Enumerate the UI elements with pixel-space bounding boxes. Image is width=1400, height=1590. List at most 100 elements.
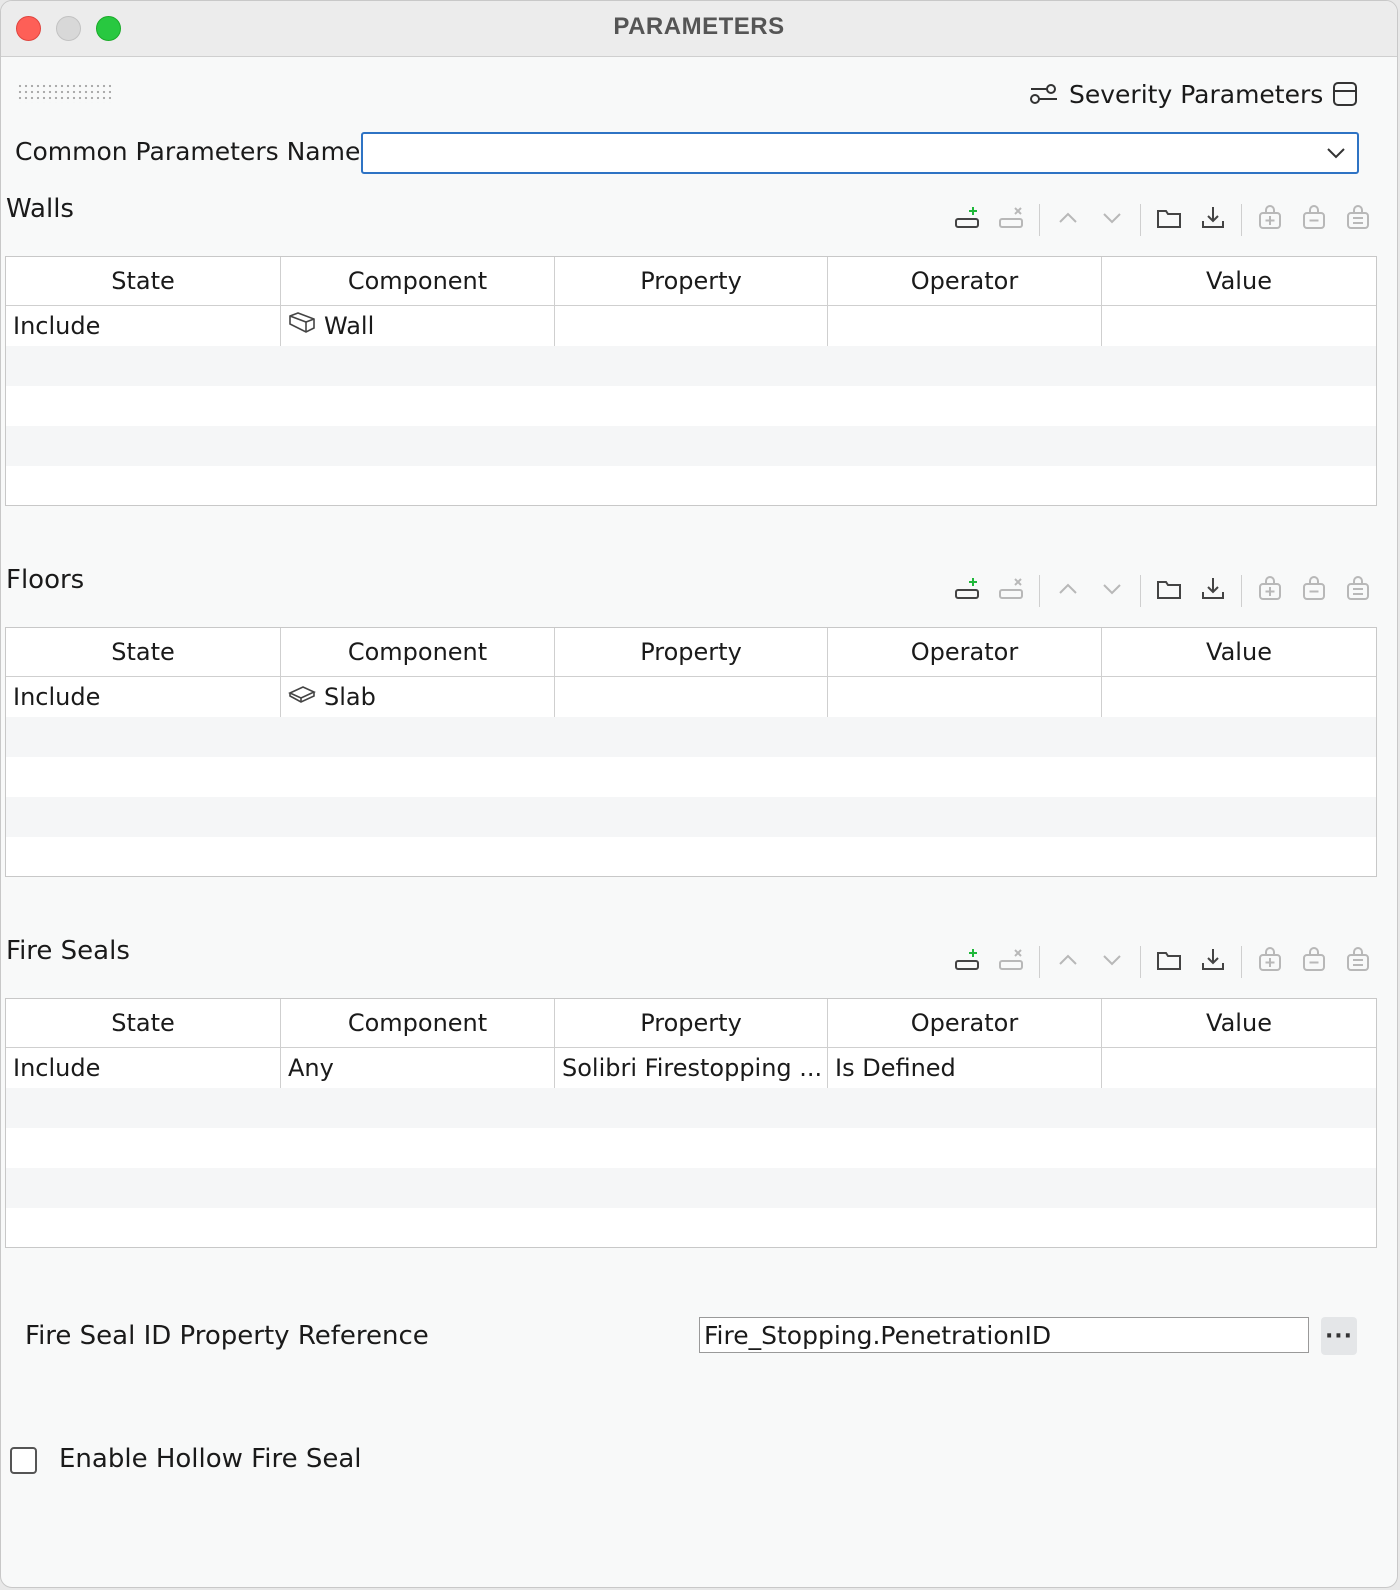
move-up-button[interactable] — [1046, 202, 1090, 238]
import-button[interactable] — [1191, 202, 1235, 238]
list-set-button[interactable] — [1336, 202, 1380, 238]
column-header[interactable]: Component — [281, 257, 555, 305]
table-header: State Component Property Operator Value — [6, 999, 1376, 1048]
column-header[interactable]: Value — [1102, 628, 1376, 676]
toolbar-separator — [1140, 946, 1141, 978]
empty-row — [6, 837, 1376, 877]
add-to-set-button[interactable] — [1248, 573, 1292, 609]
severity-parameters-button[interactable]: Severity Parameters — [1029, 77, 1323, 111]
table-row[interactable]: Include Wall — [6, 306, 1376, 346]
remove-row-icon — [997, 204, 1025, 236]
folder-icon — [1155, 204, 1183, 236]
cell-operator[interactable]: Is Defined — [828, 1048, 1102, 1088]
bag-add-icon — [1256, 946, 1284, 978]
panel-toggle-icon[interactable] — [1331, 80, 1359, 108]
arrow-up-icon — [1054, 575, 1082, 607]
table-row[interactable]: Include Slab — [6, 677, 1376, 717]
list-set-button[interactable] — [1336, 944, 1380, 980]
column-header[interactable]: Property — [555, 628, 828, 676]
arrow-down-icon — [1098, 575, 1126, 607]
import-button[interactable] — [1191, 573, 1235, 609]
open-button[interactable] — [1147, 202, 1191, 238]
table-row[interactable]: Include Any Solibri Firestopping ... Is Def… — [6, 1048, 1376, 1088]
add-to-set-button[interactable] — [1248, 202, 1292, 238]
column-header[interactable]: Property — [555, 257, 828, 305]
cell-property[interactable] — [555, 677, 828, 717]
column-header[interactable]: Property — [555, 999, 828, 1047]
cell-property[interactable] — [555, 306, 828, 346]
column-header[interactable]: State — [6, 628, 281, 676]
download-icon — [1199, 204, 1227, 236]
column-header[interactable]: Operator — [828, 999, 1102, 1047]
empty-row — [6, 797, 1376, 837]
arrow-down-icon — [1098, 946, 1126, 978]
cell-state[interactable]: Include — [6, 677, 281, 717]
remove-from-set-button[interactable] — [1292, 944, 1336, 980]
remove-from-set-button[interactable] — [1292, 573, 1336, 609]
toolbar-separator — [1039, 204, 1040, 236]
bag-remove-icon — [1300, 575, 1328, 607]
window-title: PARAMETERS — [613, 13, 785, 40]
remove-from-set-button[interactable] — [1292, 202, 1336, 238]
toolbar-separator — [1039, 575, 1040, 607]
add-row-button[interactable] — [945, 573, 989, 609]
cell-state[interactable]: Include — [6, 306, 281, 346]
severity-parameters-label: Severity Parameters — [1069, 79, 1324, 109]
enable-hollow-fire-seal-checkbox[interactable] — [10, 1447, 37, 1474]
parameters-window: PARAMETERS Severity Parameters Common Pa… — [0, 0, 1398, 1588]
cell-component[interactable]: Any — [281, 1048, 555, 1088]
bag-remove-icon — [1300, 946, 1328, 978]
toolbar-separator — [1039, 946, 1040, 978]
cell-value[interactable] — [1102, 677, 1376, 717]
column-header[interactable]: Value — [1102, 257, 1376, 305]
drag-grip-icon[interactable] — [17, 83, 111, 103]
cell-property[interactable]: Solibri Firestopping ... — [555, 1048, 828, 1088]
add-row-button[interactable] — [945, 944, 989, 980]
remove-row-button[interactable] — [989, 944, 1033, 980]
move-up-button[interactable] — [1046, 573, 1090, 609]
fire-seal-id-field[interactable]: Fire_Stopping.PenetrationID — [699, 1317, 1309, 1353]
column-header[interactable]: State — [6, 257, 281, 305]
add-to-set-button[interactable] — [1248, 944, 1292, 980]
import-button[interactable] — [1191, 944, 1235, 980]
empty-row — [6, 717, 1376, 757]
section-toolbar — [945, 942, 1380, 982]
open-button[interactable] — [1147, 944, 1191, 980]
move-up-button[interactable] — [1046, 944, 1090, 980]
common-parameters-dropdown[interactable] — [361, 132, 1359, 174]
cell-operator[interactable] — [828, 306, 1102, 346]
cell-value[interactable] — [1102, 1048, 1376, 1088]
empty-row — [6, 1088, 1376, 1128]
column-header[interactable]: Operator — [828, 628, 1102, 676]
remove-row-button[interactable] — [989, 573, 1033, 609]
enable-hollow-fire-seal-label: Enable Hollow Fire Seal — [59, 1444, 362, 1474]
section-title: Fire Seals — [6, 936, 130, 966]
column-header[interactable]: Operator — [828, 257, 1102, 305]
cell-operator[interactable] — [828, 677, 1102, 717]
folder-icon — [1155, 946, 1183, 978]
remove-row-button[interactable] — [989, 202, 1033, 238]
empty-row — [6, 1168, 1376, 1208]
empty-row — [6, 386, 1376, 426]
cell-state[interactable]: Include — [6, 1048, 281, 1088]
add-row-button[interactable] — [945, 202, 989, 238]
section-title: Walls — [6, 194, 74, 224]
column-header[interactable]: Component — [281, 628, 555, 676]
cell-component[interactable]: Slab — [281, 677, 555, 717]
column-header[interactable]: Component — [281, 999, 555, 1047]
move-down-button[interactable] — [1090, 944, 1134, 980]
browse-property-button[interactable]: ··· — [1321, 1317, 1357, 1355]
bag-list-icon — [1344, 946, 1372, 978]
column-header[interactable]: Value — [1102, 999, 1376, 1047]
empty-row — [6, 426, 1376, 466]
column-header[interactable]: State — [6, 999, 281, 1047]
move-down-button[interactable] — [1090, 573, 1134, 609]
toolbar-separator — [1241, 946, 1242, 978]
move-down-button[interactable] — [1090, 202, 1134, 238]
cell-value[interactable] — [1102, 306, 1376, 346]
cell-component[interactable]: Wall — [281, 306, 555, 346]
add-row-icon — [953, 575, 981, 607]
list-set-button[interactable] — [1336, 573, 1380, 609]
bag-remove-icon — [1300, 204, 1328, 236]
open-button[interactable] — [1147, 573, 1191, 609]
